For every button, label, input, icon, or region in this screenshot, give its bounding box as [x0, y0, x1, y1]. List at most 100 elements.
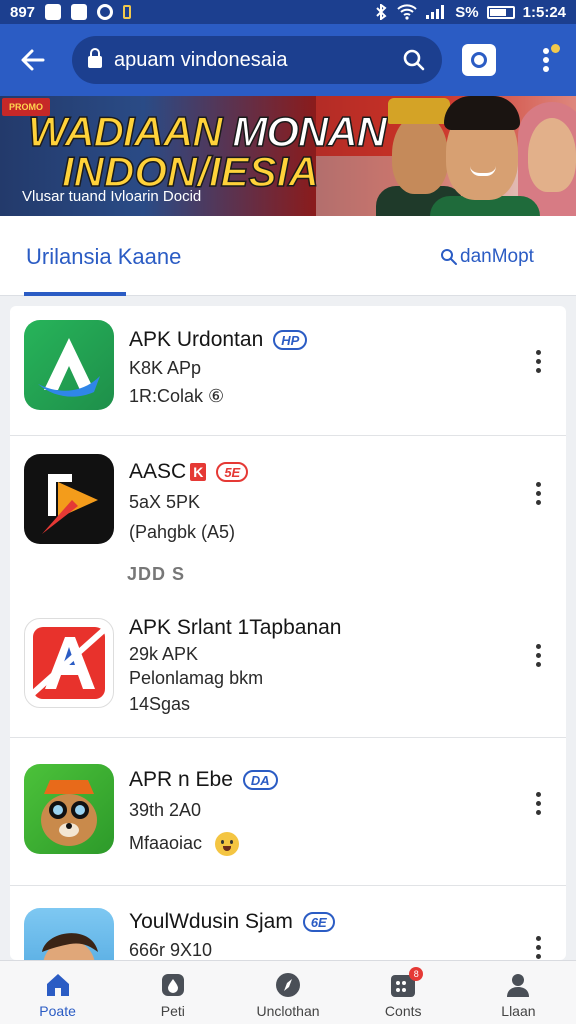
status-left: 897 [10, 3, 132, 21]
app-title: AASC K 5E [129, 460, 249, 484]
app-publisher: Pelonlamag bkm [129, 668, 264, 688]
app-title-text: APK Srlant 1Tapbanan [129, 616, 342, 639]
blue-arrow-app-icon [24, 320, 114, 410]
back-button[interactable] [8, 35, 58, 85]
signal-icon [426, 5, 445, 19]
status-text: 897 [10, 3, 36, 21]
home-icon [46, 974, 69, 996]
bluetooth-icon [376, 4, 387, 20]
list-item[interactable]: AASC K 5E 5aX 5PK (Pahgbk (A5) JDD S APK… [10, 436, 566, 738]
app-publisher: Mfaaoiac [129, 832, 240, 856]
notification-dot [551, 44, 560, 53]
app-badge: HP [273, 330, 308, 350]
banner-person2-hair [444, 96, 520, 130]
wifi-icon [397, 4, 417, 20]
more-vert-icon [535, 482, 541, 487]
search-icon[interactable] [402, 48, 426, 72]
app-red-badge: K [190, 463, 207, 481]
app-downloads: 14Sgas [129, 694, 191, 714]
more-vert-icon [535, 936, 541, 941]
item-more-button[interactable] [532, 350, 544, 376]
app-title: APK Srlant 1Tapbanan [129, 616, 341, 640]
tab-search-link[interactable]: danMopt [440, 246, 534, 268]
grid-badge-icon: 8 [389, 967, 424, 999]
bottom-navigation: Poate Peti Unclothan 8 Conts Llaan [0, 960, 576, 1024]
more-menu-button[interactable] [534, 44, 560, 76]
mail-notification-icon [71, 4, 88, 20]
tab-main[interactable]: Urilansia Kaane [26, 244, 181, 270]
nav-unclothan-label: Unclothan [256, 1003, 320, 1019]
nav-conts[interactable]: 8 Conts [346, 961, 461, 1024]
app-size: 29k APK [129, 644, 199, 664]
item-more-button[interactable] [532, 482, 544, 508]
list-item[interactable]: APK Urdontan HP K8K APp 1R:Colak ⑥ [10, 306, 566, 436]
nav-llaan-label: Llaan [501, 1003, 536, 1019]
item-more-button[interactable] [532, 792, 544, 818]
app-badge: DA [242, 770, 278, 790]
app-title: YoulWdusin Sjam 6E [129, 910, 335, 934]
app-title: APK Urdontan HP [129, 328, 308, 352]
app-badge: 6E [302, 912, 335, 932]
search-bar[interactable]: apuam vindonesaia [72, 36, 442, 84]
app-title-text: YoulWdusin Sjam [129, 910, 293, 933]
app-size: 666r 9X10 [129, 940, 213, 960]
more-vert-icon [535, 350, 541, 355]
tab-right-label: danMopt [460, 246, 534, 267]
back-arrow-icon [21, 49, 45, 71]
drop-icon [161, 974, 184, 996]
app-title-text: APK Urdontan [129, 328, 264, 351]
nav-peti[interactable]: Peti [115, 961, 230, 1024]
promo-banner[interactable]: PROMO WADIAAN MONAN INDON/IESIA Vlusar t… [0, 96, 576, 216]
banner-person1-face [392, 114, 448, 194]
play-triangle-app-icon [24, 454, 114, 544]
fox-mascot-app-icon [24, 764, 114, 854]
tab-indicator [24, 292, 126, 296]
app-rating: 1R:Colak ⑥ [129, 386, 225, 406]
compass-icon [276, 973, 300, 997]
red-letter-a-app-icon [24, 618, 114, 708]
boy-avatar-app-icon [24, 908, 114, 960]
item-more-button[interactable] [532, 644, 544, 670]
more-vert-icon [535, 792, 541, 797]
battery-icon [486, 5, 515, 19]
more-vert-icon [543, 48, 549, 54]
status-right: S% 1:5:24 [373, 4, 566, 21]
list-item[interactable]: YoulWdusin Sjam 6E 666r 9X10 [10, 886, 566, 960]
search-query[interactable]: apuam vindonesaia [114, 49, 402, 72]
item-more-button[interactable] [532, 936, 544, 960]
app-list: APK Urdontan HP K8K APp 1R:Colak ⑥ AASC … [10, 306, 566, 960]
app-publisher-text: Mfaaoiac [129, 832, 203, 853]
clock: 1:5:24 [522, 3, 566, 21]
camera-button[interactable] [462, 44, 496, 76]
status-bar: 897 S% 1:5:24 [0, 0, 576, 24]
lock-icon [88, 48, 102, 68]
app-size: 39th 2A0 [129, 800, 202, 820]
more-vert-icon [535, 644, 541, 649]
image-notification-icon [45, 4, 62, 20]
battery-saver-icon [123, 5, 132, 19]
nav-home-label: Poate [39, 1003, 76, 1019]
banner-person3-face [528, 118, 576, 192]
banner-caption: Vlusar tuand Ivloarin Docid [22, 188, 202, 205]
app-badge: 5E [216, 462, 249, 482]
person-icon [507, 974, 530, 997]
section-label: JDD S [127, 564, 186, 584]
battery-percent: S% [455, 3, 479, 21]
app-size: 5aX 5PK [129, 492, 201, 512]
banner-person1-hat [388, 98, 450, 124]
nav-peti-label: Peti [160, 1003, 185, 1019]
app-title-text: AASC [129, 460, 187, 483]
nav-home[interactable]: Poate [0, 961, 115, 1024]
nav-badge: 8 [409, 967, 424, 981]
smile-emoji-icon [215, 832, 240, 856]
app-publisher: (Pahgbk (A5) [129, 522, 236, 542]
nav-conts-label: Conts [384, 1003, 422, 1019]
camera-icon [471, 52, 487, 68]
list-item[interactable]: APR n Ebe DA 39th 2A0 Mfaaoiac [10, 738, 566, 886]
app-size: K8K APp [129, 358, 202, 378]
nav-unclothan[interactable]: Unclothan [230, 961, 345, 1024]
circle-notification-icon [97, 4, 114, 20]
nav-llaan[interactable]: Llaan [461, 961, 576, 1024]
tab-header: Urilansia Kaane danMopt [0, 216, 576, 296]
app-title: APR n Ebe DA [129, 768, 278, 792]
